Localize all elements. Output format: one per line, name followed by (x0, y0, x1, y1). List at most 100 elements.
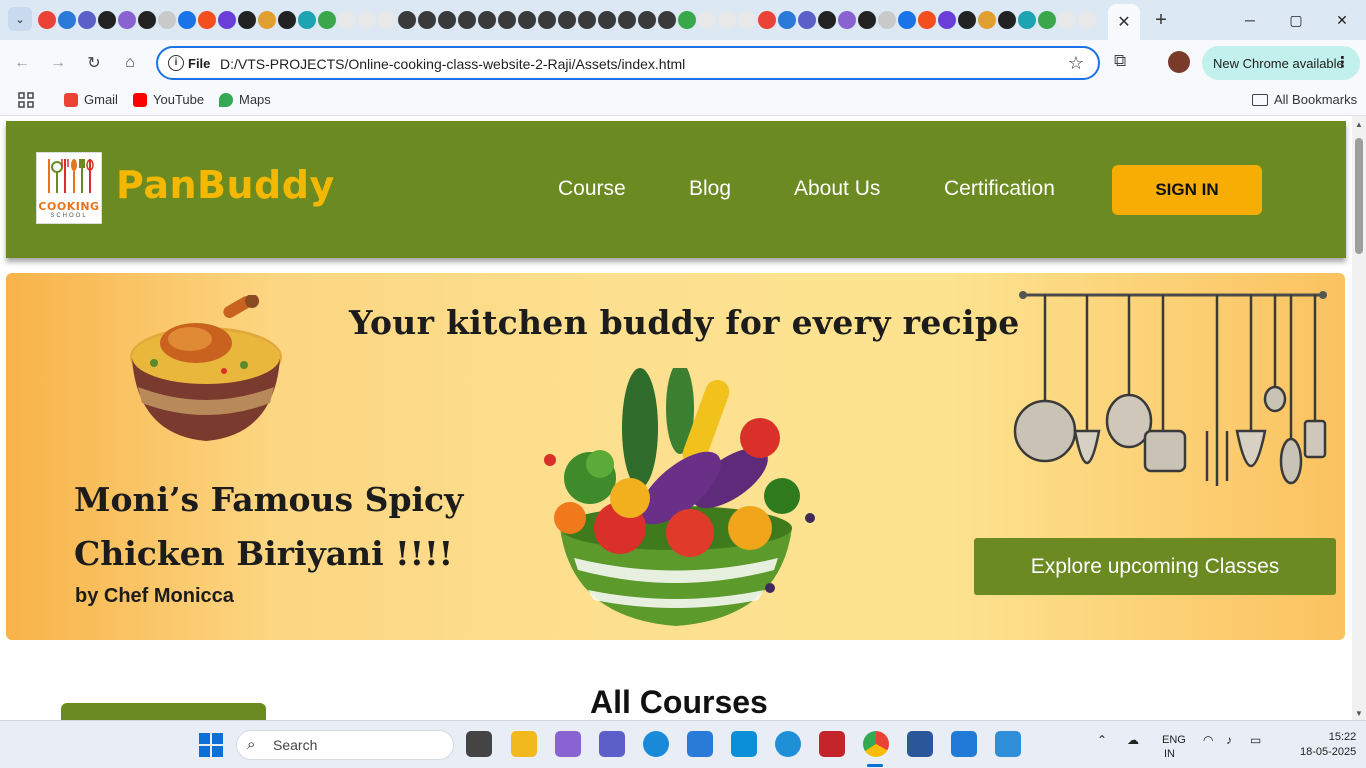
pinned-tab-favicon-icon[interactable] (318, 11, 336, 29)
pinned-tab-favicon-icon[interactable] (1058, 11, 1076, 29)
pinned-tab-favicon-icon[interactable] (938, 11, 956, 29)
pinned-tab-favicon-icon[interactable] (878, 11, 896, 29)
site-logo[interactable]: COOKING SCHOOL (36, 152, 102, 224)
explore-classes-button[interactable]: Explore upcoming Classes (974, 538, 1336, 595)
extensions-icon[interactable]: ⧉ (1114, 51, 1126, 71)
pinned-tab-favicon-icon[interactable] (598, 11, 616, 29)
bookmark-star-icon[interactable]: ☆ (1068, 53, 1084, 74)
pdf-icon[interactable] (819, 731, 845, 757)
onedrive-icon[interactable]: ☁ (1127, 733, 1139, 747)
system-clock[interactable]: 15:22 18-05-2025 (1300, 730, 1356, 760)
pinned-tab-favicon-icon[interactable] (818, 11, 836, 29)
pinned-tab-favicon-icon[interactable] (358, 11, 376, 29)
pinned-tab-favicon-icon[interactable] (158, 11, 176, 29)
pinned-tab-favicon-icon[interactable] (898, 11, 916, 29)
nav-blog[interactable]: Blog (689, 177, 731, 201)
file-explorer-icon[interactable] (511, 731, 537, 757)
pinned-tab-favicon-icon[interactable] (98, 11, 116, 29)
reload-icon[interactable]: ↻ (81, 50, 107, 76)
pinned-tab-favicon-icon[interactable] (578, 11, 596, 29)
battery-icon[interactable]: ▭ (1250, 733, 1261, 747)
pinned-tab-favicon-icon[interactable] (1078, 11, 1096, 29)
minimize-button[interactable]: ─ (1230, 6, 1270, 34)
pinned-tab-favicon-icon[interactable] (338, 11, 356, 29)
pinned-tab-favicon-icon[interactable] (758, 11, 776, 29)
teams-icon[interactable] (599, 731, 625, 757)
pinned-tab-favicon-icon[interactable] (458, 11, 476, 29)
tray-overflow-icon[interactable]: ⌃ (1097, 733, 1107, 747)
pinned-tab-favicon-icon[interactable] (558, 11, 576, 29)
pinned-tab-favicon-icon[interactable] (398, 11, 416, 29)
pinned-tab-favicon-icon[interactable] (638, 11, 656, 29)
pinned-tab-favicon-icon[interactable] (518, 11, 536, 29)
profile-avatar[interactable] (1168, 51, 1190, 73)
volume-icon[interactable]: ♪ (1226, 733, 1232, 747)
brand-name[interactable]: PanBuddy (116, 163, 335, 207)
nav-course[interactable]: Course (558, 177, 626, 201)
photos-icon[interactable] (995, 731, 1021, 757)
scroll-down-icon[interactable]: ▼ (1355, 709, 1363, 718)
home-icon[interactable]: ⌂ (117, 50, 143, 76)
sign-in-button[interactable]: SIGN IN (1112, 165, 1262, 215)
pinned-tab-favicon-icon[interactable] (278, 11, 296, 29)
pinned-tab-favicon-icon[interactable] (138, 11, 156, 29)
pinned-tab-favicon-icon[interactable] (1038, 11, 1056, 29)
update-chrome-button[interactable]: New Chrome available ⋮ (1202, 46, 1360, 80)
pinned-tab-favicon-icon[interactable] (798, 11, 816, 29)
pinned-tab-favicon-icon[interactable] (298, 11, 316, 29)
task-view-icon[interactable] (466, 731, 492, 757)
help-icon[interactable] (775, 731, 801, 757)
forward-icon[interactable]: → (45, 50, 71, 76)
back-icon[interactable]: ← (9, 50, 35, 76)
page-scrollbar[interactable]: ▲ ▼ (1352, 116, 1366, 720)
pinned-tab-favicon-icon[interactable] (418, 11, 436, 29)
bookmark-maps[interactable]: Maps (219, 92, 271, 107)
menu-icon[interactable]: ⋮ (1335, 53, 1350, 71)
pinned-tab-favicon-icon[interactable] (678, 11, 696, 29)
wifi-icon[interactable]: ◠ (1203, 733, 1213, 747)
course-filter-button[interactable] (61, 703, 266, 720)
pinned-tab-favicon-icon[interactable] (198, 11, 216, 29)
edge-icon[interactable] (643, 731, 669, 757)
pinned-tab-favicon-icon[interactable] (698, 11, 716, 29)
pinned-tab-favicon-icon[interactable] (438, 11, 456, 29)
pinned-tab-favicon-icon[interactable] (1018, 11, 1036, 29)
pinned-tab-favicon-icon[interactable] (178, 11, 196, 29)
pinned-tab-favicon-icon[interactable] (378, 11, 396, 29)
pinned-tab-favicon-icon[interactable] (838, 11, 856, 29)
pinned-tab-favicon-icon[interactable] (738, 11, 756, 29)
nav-certification[interactable]: Certification (944, 177, 1055, 201)
pinned-tab-favicon-icon[interactable] (78, 11, 96, 29)
bookmark-gmail[interactable]: Gmail (64, 92, 118, 107)
new-tab-button[interactable]: + (1150, 9, 1172, 31)
language-indicator[interactable]: ENG IN (1162, 733, 1186, 761)
myhp-icon[interactable] (731, 731, 757, 757)
close-window-button[interactable]: ✕ (1322, 6, 1362, 34)
pinned-tab-favicon-icon[interactable] (498, 11, 516, 29)
vscode-icon[interactable] (951, 731, 977, 757)
pinned-tab-favicon-icon[interactable] (858, 11, 876, 29)
pinned-tab-favicon-icon[interactable] (38, 11, 56, 29)
word-icon[interactable] (907, 731, 933, 757)
copilot-icon[interactable] (555, 731, 581, 757)
address-bar[interactable]: i File D:/VTS-PROJECTS/Online-cooking-cl… (156, 46, 1100, 80)
pinned-tab-favicon-icon[interactable] (618, 11, 636, 29)
pinned-tab-favicon-icon[interactable] (118, 11, 136, 29)
active-tab[interactable]: ✕ (1108, 4, 1140, 40)
chrome-icon[interactable] (863, 731, 889, 757)
pinned-tab-favicon-icon[interactable] (998, 11, 1016, 29)
pinned-tab-favicon-icon[interactable] (58, 11, 76, 29)
pinned-tab-favicon-icon[interactable] (958, 11, 976, 29)
store-icon[interactable] (687, 731, 713, 757)
apps-icon[interactable] (18, 92, 34, 108)
all-bookmarks-button[interactable]: All Bookmarks (1252, 92, 1357, 107)
pinned-tab-favicon-icon[interactable] (478, 11, 496, 29)
pinned-tab-favicon-icon[interactable] (258, 11, 276, 29)
pinned-tab-favicon-icon[interactable] (978, 11, 996, 29)
windows-start-icon[interactable] (199, 733, 223, 757)
pinned-tab-favicon-icon[interactable] (218, 11, 236, 29)
site-info-icon[interactable]: i (168, 55, 184, 71)
tab-search-button[interactable]: ⌄ (8, 7, 32, 31)
pinned-tab-favicon-icon[interactable] (718, 11, 736, 29)
taskbar-search[interactable]: ⌕ Search (236, 730, 454, 760)
